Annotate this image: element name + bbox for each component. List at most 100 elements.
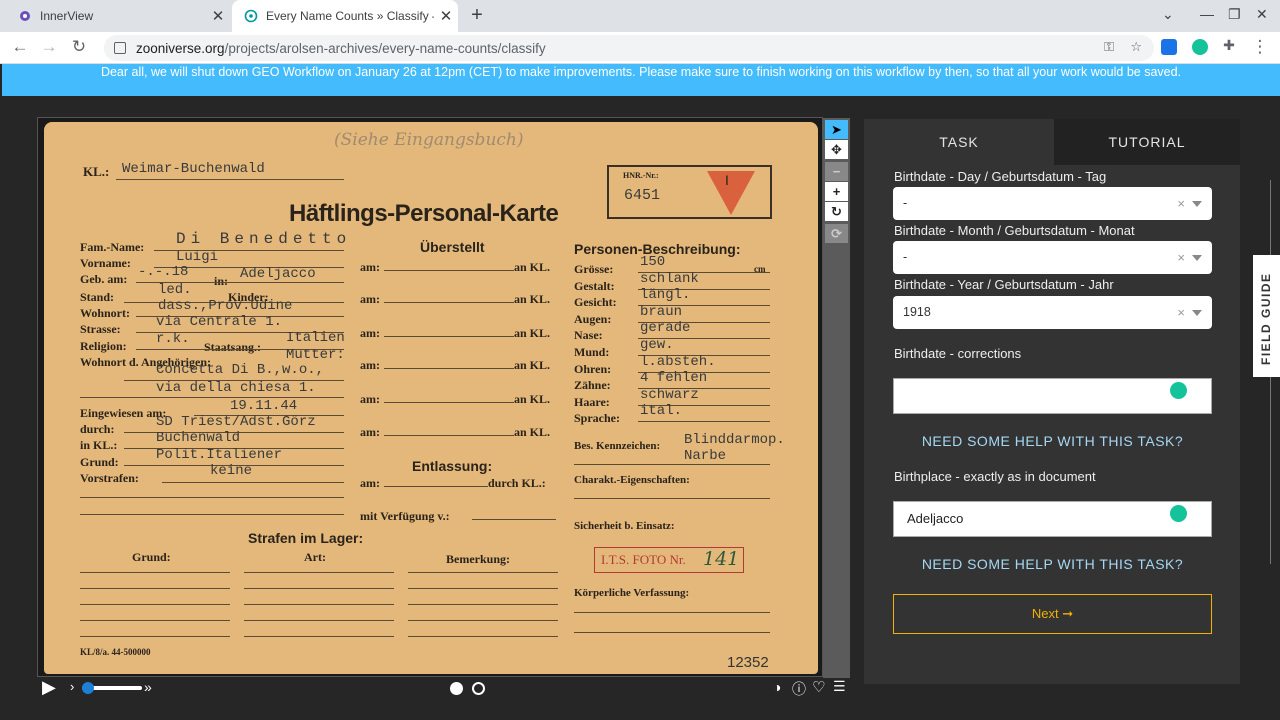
viewer-toolbar: ➤ ✥ − + ↻ ⟳ bbox=[823, 118, 850, 678]
announcement-banner: Dear all, we will shut down GEO Workflow… bbox=[2, 64, 1280, 96]
close-tab-icon[interactable]: ✕ bbox=[206, 7, 230, 25]
clear-icon[interactable]: × bbox=[1177, 296, 1185, 329]
am-label: am: bbox=[360, 292, 380, 306]
grammarly-extension-icon[interactable] bbox=[1192, 39, 1208, 55]
url-input[interactable]: zooniverse.org/projects/arolsen-archives… bbox=[104, 35, 1154, 61]
description-value: l.absteh. bbox=[640, 353, 716, 370]
description-value: längl. bbox=[640, 287, 691, 304]
chevron-down-icon[interactable] bbox=[1192, 310, 1202, 316]
description-label: Nase: bbox=[574, 328, 603, 343]
an-kl-label: an KL. bbox=[514, 326, 551, 340]
field-value-angehoerige: Mutter: bbox=[286, 347, 345, 363]
url-domain: zooniverse.org bbox=[136, 40, 225, 56]
angehoerige-line-3: via della chiesa 1. bbox=[156, 380, 316, 396]
fast-forward-icon[interactable]: » bbox=[144, 679, 152, 695]
birthdate-year-label: Birthdate - Year / Geburtsdatum - Jahr bbox=[894, 277, 1114, 292]
help-link[interactable]: NEED SOME HELP WITH THIS TASK? bbox=[893, 556, 1212, 572]
reload-icon[interactable]: ↻ bbox=[68, 37, 90, 57]
help-link[interactable]: NEED SOME HELP WITH THIS TASK? bbox=[893, 433, 1212, 449]
description-label: Grösse: bbox=[574, 262, 614, 276]
birthdate-month-select[interactable]: - × bbox=[893, 241, 1212, 274]
am-label: am: bbox=[360, 358, 380, 372]
play-icon[interactable]: ▶ bbox=[42, 677, 56, 698]
description-value: 150 bbox=[640, 254, 666, 270]
browser-menu-icon[interactable]: ⋮ bbox=[1249, 37, 1271, 57]
sicherheit-label: Sicherheit b. Einsatz: bbox=[574, 520, 675, 532]
close-window-button[interactable]: ✕ bbox=[1256, 6, 1268, 23]
grammarly-icon[interactable] bbox=[1170, 382, 1187, 399]
frame-dot-2[interactable] bbox=[472, 682, 485, 695]
vorstrafen-value: keine bbox=[210, 463, 253, 479]
strafen-heading: Strafen im Lager: bbox=[248, 530, 364, 546]
birthdate-month-label: Birthdate - Month / Geburtsdatum - Monat bbox=[894, 223, 1135, 238]
ueberstellt-heading: Überstellt bbox=[420, 239, 485, 255]
site-info-icon[interactable] bbox=[114, 42, 126, 54]
browser-tab-zooniverse[interactable]: Every Name Counts » Classify – ✕ bbox=[232, 0, 458, 32]
chevron-down-icon[interactable] bbox=[1192, 201, 1202, 207]
back-arrow-icon[interactable]: ← bbox=[9, 37, 31, 57]
minimize-button[interactable]: — bbox=[1200, 6, 1214, 22]
verfuegung-label: mit Verfügung v.: bbox=[360, 509, 450, 523]
birthplace-value: Adeljacco bbox=[907, 511, 964, 526]
task-panel: TASK TUTORIAL Birthdate - Day / Geburtsd… bbox=[864, 119, 1240, 684]
grammarly-icon[interactable] bbox=[1170, 505, 1187, 522]
birthplace-input[interactable]: Adeljacco bbox=[893, 501, 1212, 537]
strafen-line bbox=[80, 572, 230, 573]
in-kl-value: Buchenwald bbox=[156, 430, 241, 446]
subject-viewer[interactable]: (Siehe Eingangsbuch) KL.: Weimar-Buchenw… bbox=[37, 117, 823, 677]
description-value: gerade bbox=[640, 320, 691, 337]
collections-list-icon[interactable]: ☰ bbox=[833, 678, 846, 695]
document-image: (Siehe Eingangsbuch) KL.: Weimar-Buchenw… bbox=[44, 122, 818, 674]
new-tab-button[interactable]: + bbox=[466, 4, 488, 27]
clear-icon[interactable]: × bbox=[1177, 241, 1185, 274]
frame-dot-1[interactable] bbox=[450, 682, 463, 695]
description-value: schwarz bbox=[640, 386, 699, 403]
zoom-out-icon[interactable]: − bbox=[825, 162, 848, 181]
document-number: 12352 bbox=[727, 654, 769, 671]
reset-icon[interactable]: ⟳ bbox=[825, 224, 848, 243]
field-guide-label: FIELD GUIDE bbox=[1259, 272, 1273, 365]
strafen-line bbox=[408, 620, 558, 621]
tab-tutorial[interactable]: TUTORIAL bbox=[1054, 119, 1240, 165]
birthdate-corrections-label: Birthdate - corrections bbox=[894, 346, 1022, 361]
tab-search-icon[interactable]: ⌄ bbox=[1162, 6, 1174, 23]
step-forward-icon[interactable]: › bbox=[70, 679, 74, 694]
browser-tab-innerview[interactable]: InnerView ✕ bbox=[8, 0, 230, 32]
speed-slider[interactable] bbox=[82, 682, 142, 694]
birthdate-day-value: - bbox=[903, 196, 908, 210]
next-button[interactable]: Next ➞ bbox=[893, 594, 1212, 634]
extensions-puzzle-icon[interactable]: ✚ bbox=[1218, 37, 1240, 54]
tab-task[interactable]: TASK bbox=[864, 119, 1054, 165]
clear-icon[interactable]: × bbox=[1177, 187, 1185, 220]
chevron-down-icon[interactable] bbox=[1192, 255, 1202, 261]
zoom-in-icon[interactable]: + bbox=[825, 182, 848, 201]
rotate-icon[interactable]: ↻ bbox=[825, 202, 848, 221]
task-tabs: TASK TUTORIAL bbox=[864, 119, 1240, 165]
favorite-heart-icon[interactable]: ♡ bbox=[812, 678, 825, 696]
staatsang-label: Staatsang.: bbox=[204, 340, 262, 354]
birthdate-corrections-input[interactable] bbox=[893, 378, 1212, 414]
field-value-birthplace: Adeljacco bbox=[240, 266, 316, 282]
key-icon[interactable]: ⚿ bbox=[1104, 39, 1114, 55]
an-kl-label: an KL. bbox=[514, 260, 551, 274]
pointer-tool-icon[interactable]: ➤ bbox=[825, 120, 848, 139]
birthdate-year-select[interactable]: 1918 × bbox=[893, 296, 1212, 329]
restore-button[interactable]: ❐ bbox=[1228, 6, 1241, 23]
forward-arrow-icon[interactable]: → bbox=[38, 37, 60, 57]
kennzeichen-value: Blinddarmop. bbox=[684, 432, 785, 448]
close-tab-icon[interactable]: ✕ bbox=[434, 7, 458, 25]
info-icon[interactable]: ⓘ bbox=[792, 679, 806, 699]
birthdate-day-select[interactable]: - × bbox=[893, 187, 1212, 220]
move-tool-icon[interactable]: ✥ bbox=[825, 140, 848, 159]
extension-icon[interactable] bbox=[1161, 39, 1177, 55]
strafen-line bbox=[408, 604, 558, 605]
strafen-line bbox=[80, 604, 230, 605]
field-guide-tab[interactable]: FIELD GUIDE bbox=[1253, 255, 1280, 377]
slider-handle[interactable] bbox=[82, 682, 94, 694]
card-title: Häftlings-Personal-Karte bbox=[289, 200, 559, 227]
contrast-icon[interactable]: ◑ bbox=[773, 679, 781, 695]
bookmark-star-icon[interactable]: ☆ bbox=[1130, 39, 1142, 55]
field-label: Geb. am: bbox=[80, 272, 128, 286]
kl-value: Weimar-Buchenwald bbox=[122, 161, 265, 177]
field-label: Stand: bbox=[80, 290, 115, 304]
